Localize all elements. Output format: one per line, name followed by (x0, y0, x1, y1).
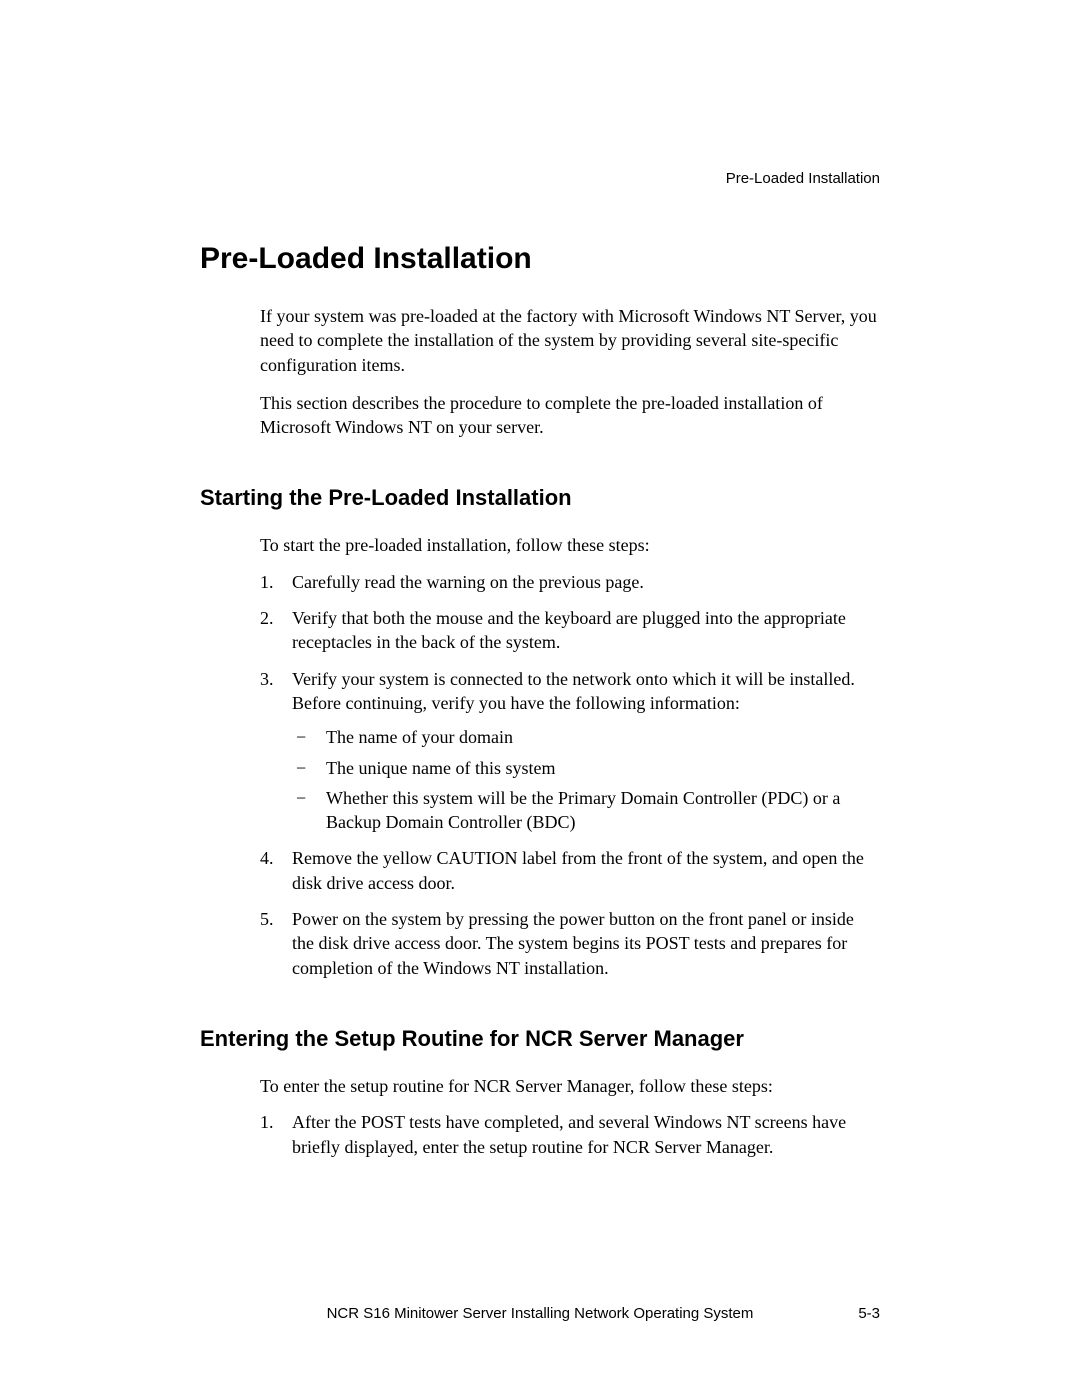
sub-list-item: − The unique name of this system (292, 756, 880, 780)
list-number: 3. (260, 667, 274, 691)
list-number: 5. (260, 907, 274, 931)
header-label: Pre-Loaded Installation (200, 170, 880, 187)
footer-page-number: 5-3 (820, 1305, 880, 1322)
intro-paragraph: This section describes the procedure to … (260, 391, 880, 440)
section-heading-entering: Entering the Setup Routine for NCR Serve… (200, 1026, 880, 1052)
list-number: 1. (260, 1110, 274, 1134)
list-text: Remove the yellow CAUTION label from the… (292, 848, 864, 892)
dash-icon: − (296, 786, 306, 810)
sub-list-item: − The name of your domain (292, 725, 880, 749)
list-item: 2. Verify that both the mouse and the ke… (260, 606, 880, 655)
section-heading-starting: Starting the Pre-Loaded Installation (200, 485, 880, 511)
list-number: 4. (260, 846, 274, 870)
sub-list: − The name of your domain − The unique n… (292, 725, 880, 834)
list-text: After the POST tests have completed, and… (292, 1112, 846, 1156)
numbered-list: 1. Carefully read the warning on the pre… (260, 570, 880, 980)
list-item: 1. Carefully read the warning on the pre… (260, 570, 880, 594)
page-footer: NCR S16 Minitower Server Installing Netw… (200, 1305, 880, 1322)
numbered-list: 1. After the POST tests have completed, … (260, 1110, 880, 1159)
dash-icon: − (296, 725, 306, 749)
sub-list-item: − Whether this system will be the Primar… (292, 786, 880, 835)
intro-paragraph: If your system was pre-loaded at the fac… (260, 304, 880, 377)
document-page: Pre-Loaded Installation Pre-Loaded Insta… (0, 0, 1080, 1159)
main-heading: Pre-Loaded Installation (200, 242, 880, 276)
section-lead: To enter the setup routine for NCR Serve… (260, 1074, 880, 1098)
dash-icon: − (296, 756, 306, 780)
list-text: Verify that both the mouse and the keybo… (292, 608, 846, 652)
list-text: Carefully read the warning on the previo… (292, 572, 644, 592)
list-item: 3. Verify your system is connected to th… (260, 667, 880, 835)
section-content: To start the pre-loaded installation, fo… (200, 533, 880, 979)
list-item: 4. Remove the yellow CAUTION label from … (260, 846, 880, 895)
section-lead: To start the pre-loaded installation, fo… (260, 533, 880, 557)
sub-list-text: Whether this system will be the Primary … (326, 788, 840, 832)
list-item: 1. After the POST tests have completed, … (260, 1110, 880, 1159)
sub-list-text: The unique name of this system (326, 758, 555, 778)
intro-block: If your system was pre-loaded at the fac… (200, 304, 880, 439)
footer-spacer (200, 1305, 260, 1322)
list-text: Verify your system is connected to the n… (292, 669, 855, 713)
sub-list-text: The name of your domain (326, 727, 513, 747)
footer-title: NCR S16 Minitower Server Installing Netw… (260, 1305, 820, 1322)
list-number: 1. (260, 570, 274, 594)
list-text: Power on the system by pressing the powe… (292, 909, 854, 978)
list-item: 5. Power on the system by pressing the p… (260, 907, 880, 980)
section-content: To enter the setup routine for NCR Serve… (200, 1074, 880, 1159)
list-number: 2. (260, 606, 274, 630)
